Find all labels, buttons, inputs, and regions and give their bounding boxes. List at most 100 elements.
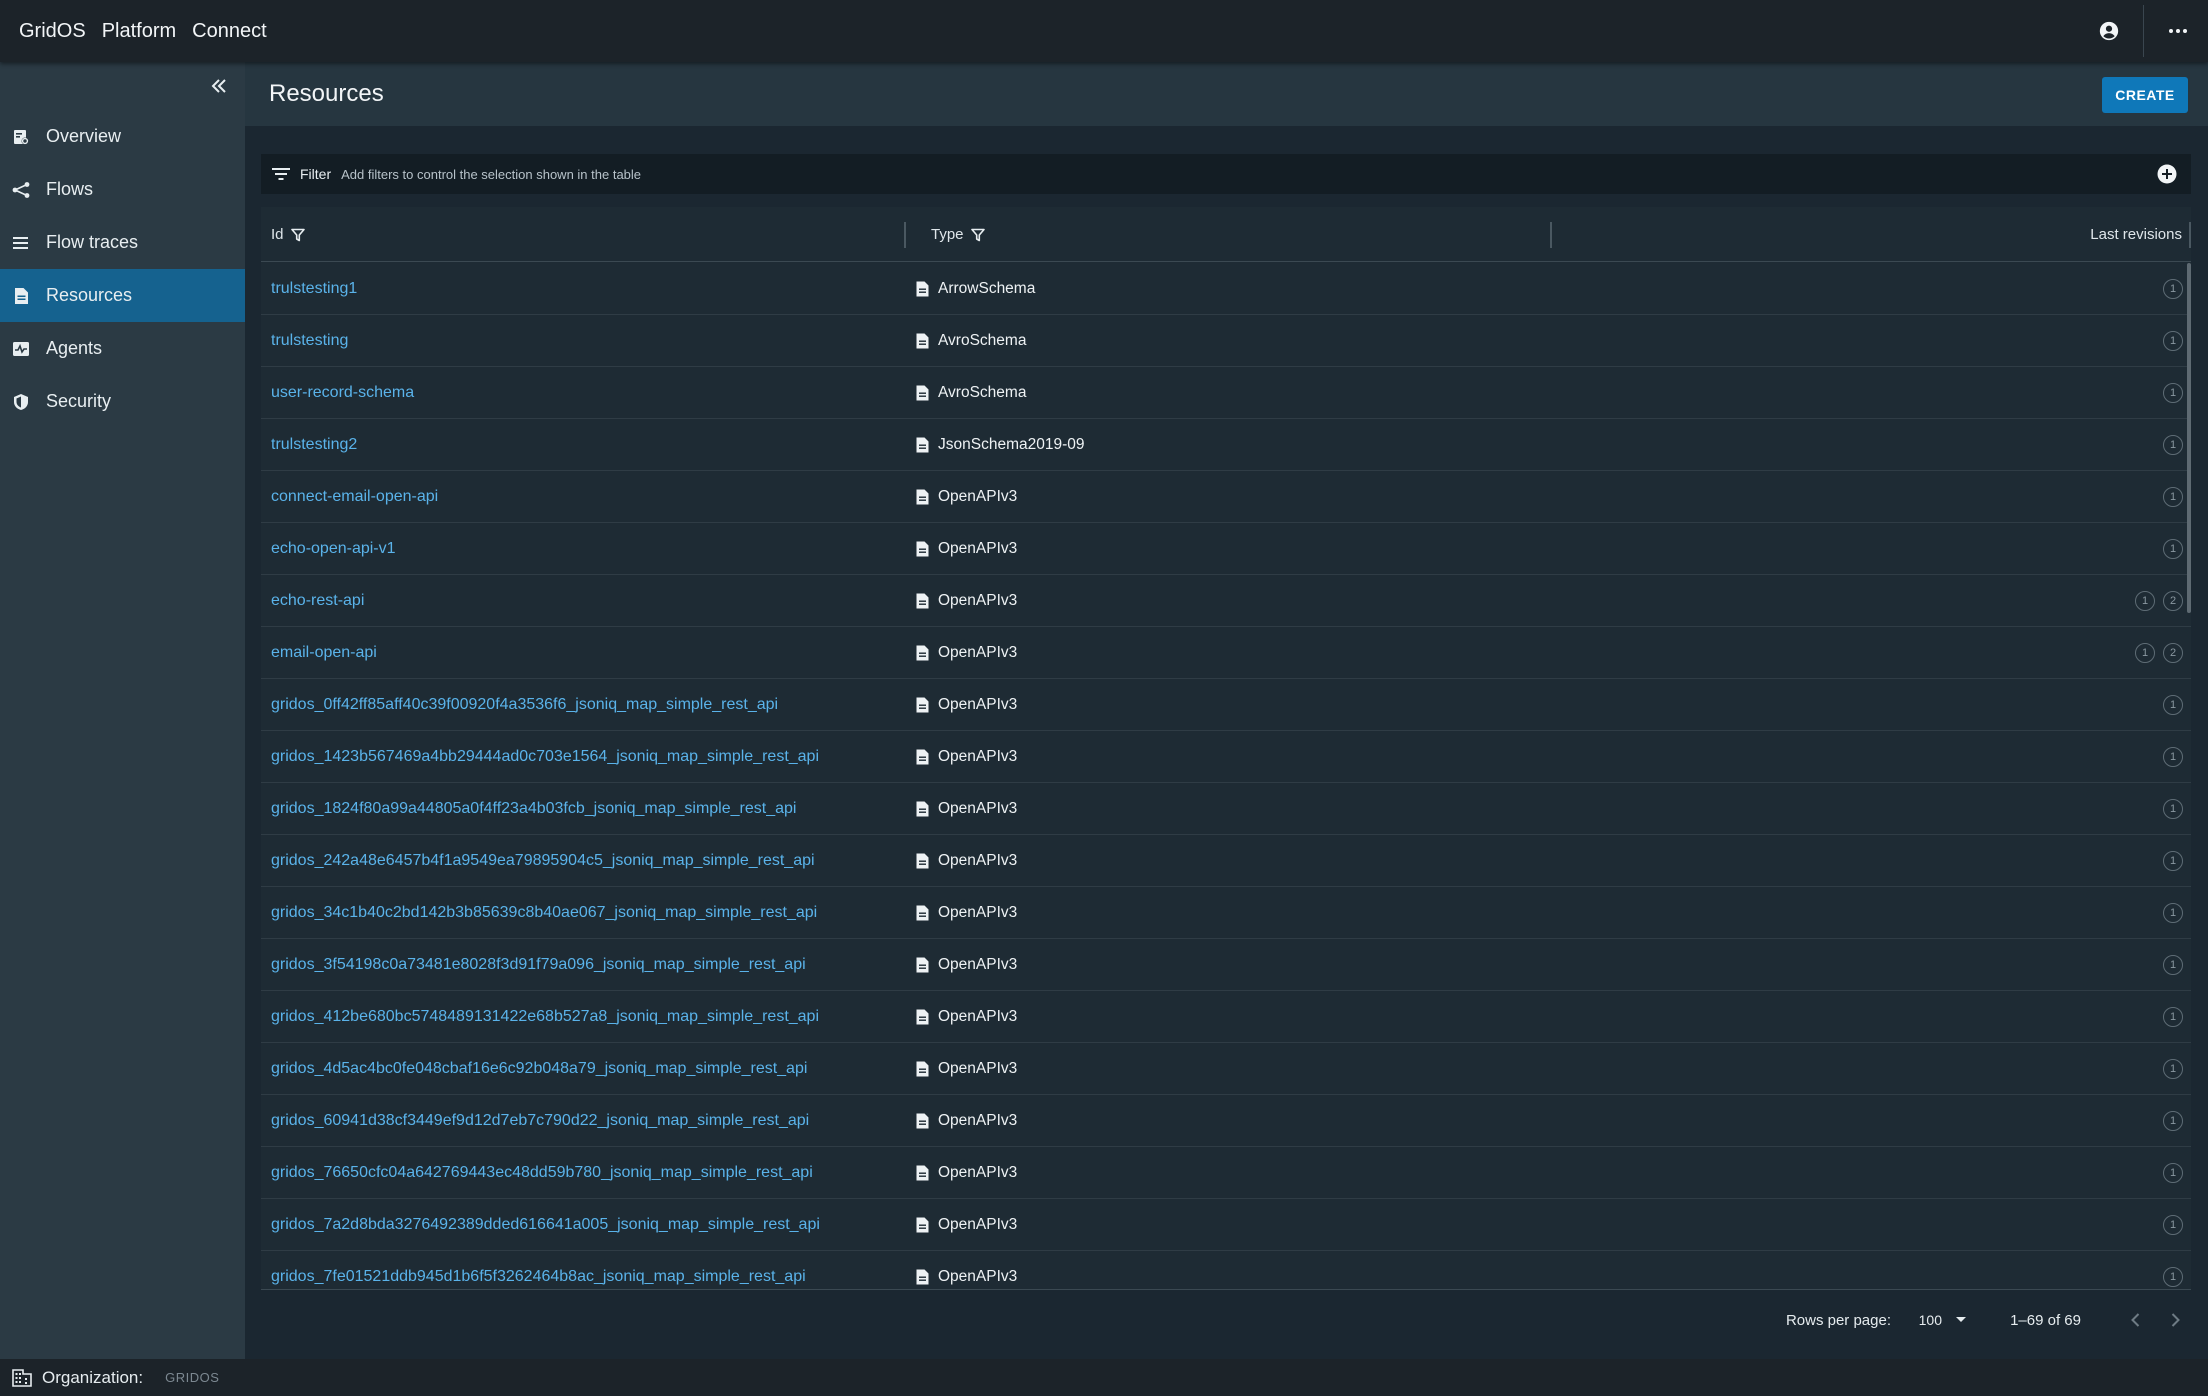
revision-badge[interactable]: 1	[2163, 1111, 2183, 1131]
revision-badge[interactable]: 1	[2163, 1267, 2183, 1287]
resource-type-label: OpenAPIv3	[938, 1216, 1018, 1233]
revision-badge[interactable]: 1	[2163, 279, 2183, 299]
resource-id-link[interactable]: echo-rest-api	[271, 575, 364, 627]
revision-badge[interactable]: 1	[2163, 435, 2183, 455]
resource-id-link[interactable]: gridos_34c1b40c2bd142b3b85639c8b40ae067_…	[271, 887, 817, 939]
table-row[interactable]: gridos_3f54198c0a73481e8028f3d91f79a096_…	[261, 939, 2191, 991]
last-revisions-cell: 1	[2155, 1095, 2183, 1147]
next-page-icon[interactable]	[2163, 1308, 2187, 1332]
column-resize-handle[interactable]	[2189, 222, 2191, 248]
revision-badge[interactable]: 1	[2163, 539, 2183, 559]
column-header-id[interactable]: Id	[271, 207, 305, 262]
resource-id-link[interactable]: echo-open-api-v1	[271, 523, 396, 575]
revision-badge[interactable]: 1	[2163, 487, 2183, 507]
revision-badge[interactable]: 1	[2135, 591, 2155, 611]
account-circle-icon[interactable]	[2089, 11, 2129, 51]
resource-id-link[interactable]: gridos_1824f80a99a44805a0f4ff23a4b03fcb_…	[271, 783, 796, 835]
resource-id-link[interactable]: user-record-schema	[271, 367, 414, 419]
column-header-label: Id	[271, 226, 284, 243]
table-row[interactable]: user-record-schema AvroSchema 1	[261, 367, 2191, 419]
table-row[interactable]: gridos_0ff42ff85aff40c39f00920f4a3536f6_…	[261, 679, 2191, 731]
revision-badge[interactable]: 1	[2163, 383, 2183, 403]
revision-badge[interactable]: 1	[2163, 1215, 2183, 1235]
revision-badge[interactable]: 1	[2163, 799, 2183, 819]
table-row[interactable]: gridos_1423b567469a4bb29444ad0c703e1564_…	[261, 731, 2191, 783]
table-row[interactable]: connect-email-open-api OpenAPIv3 1	[261, 471, 2191, 523]
sidebar-item-resources[interactable]: Resources	[0, 269, 245, 322]
revision-badge[interactable]: 1	[2163, 955, 2183, 975]
organization-value[interactable]: GRIDOS	[165, 1370, 219, 1385]
resource-id-link[interactable]: trulstesting	[271, 315, 348, 367]
table-row[interactable]: trulstesting AvroSchema 1	[261, 315, 2191, 367]
table-row[interactable]: trulstesting1 ArrowSchema 1	[261, 263, 2191, 315]
filter-label: Filter	[300, 166, 332, 182]
resource-id-link[interactable]: gridos_7a2d8bda3276492389dded616641a005_…	[271, 1199, 820, 1251]
create-button[interactable]: CREATE	[2102, 77, 2188, 113]
column-resize-handle[interactable]	[904, 222, 906, 248]
pagination: Rows per page: 100 1–69 of 69	[261, 1289, 2191, 1349]
brand-gridos[interactable]: GridOS	[19, 20, 86, 43]
resource-id-link[interactable]: email-open-api	[271, 627, 377, 679]
resource-id-link[interactable]: trulstesting2	[271, 419, 357, 471]
document-icon	[916, 1269, 930, 1285]
revision-badge[interactable]: 1	[2163, 903, 2183, 923]
brand-platform[interactable]: Platform	[102, 20, 176, 43]
table-row[interactable]: gridos_412be680bc5748489131422e68b527a8_…	[261, 991, 2191, 1043]
table-row[interactable]: gridos_4d5ac4bc0fe048cbaf16e6c92b048a79_…	[261, 1043, 2191, 1095]
sidebar-item-security[interactable]: Security	[0, 375, 245, 428]
resource-id-link[interactable]: trulstesting1	[271, 263, 357, 315]
filter-bar[interactable]: Filter Add filters to control the select…	[261, 154, 2191, 194]
sidebar-item-flow-traces[interactable]: Flow traces	[0, 216, 245, 269]
add-filter-icon[interactable]	[2157, 164, 2177, 184]
table-row[interactable]: echo-rest-api OpenAPIv3 1 2	[261, 575, 2191, 627]
revision-badge[interactable]: 1	[2163, 1059, 2183, 1079]
table-row[interactable]: email-open-api OpenAPIv3 1 2	[261, 627, 2191, 679]
table-row[interactable]: gridos_34c1b40c2bd142b3b85639c8b40ae067_…	[261, 887, 2191, 939]
table-row[interactable]: gridos_7fe01521ddb945d1b6f5f3262464b8ac_…	[261, 1251, 2191, 1289]
more-horizontal-icon[interactable]	[2158, 11, 2198, 51]
resource-id-link[interactable]: gridos_242a48e6457b4f1a9549ea79895904c5_…	[271, 835, 815, 887]
revision-badge[interactable]: 1	[2163, 851, 2183, 871]
table-row[interactable]: trulstesting2 JsonSchema2019-09 1	[261, 419, 2191, 471]
table-row[interactable]: echo-open-api-v1 OpenAPIv3 1	[261, 523, 2191, 575]
sidebar-item-agents[interactable]: Agents	[0, 322, 245, 375]
rows-per-page-select[interactable]: 100	[1919, 1290, 1966, 1350]
column-header-last-revisions[interactable]: Last revisions	[2090, 207, 2182, 262]
resource-id-link[interactable]: gridos_60941d38cf3449ef9d12d7eb7c790d22_…	[271, 1095, 809, 1147]
table-row[interactable]: gridos_76650cfc04a642769443ec48dd59b780_…	[261, 1147, 2191, 1199]
table-row[interactable]: gridos_1824f80a99a44805a0f4ff23a4b03fcb_…	[261, 783, 2191, 835]
resource-id-link[interactable]: gridos_76650cfc04a642769443ec48dd59b780_…	[271, 1147, 813, 1199]
resource-id-link[interactable]: gridos_7fe01521ddb945d1b6f5f3262464b8ac_…	[271, 1251, 806, 1289]
resource-id-link[interactable]: gridos_3f54198c0a73481e8028f3d91f79a096_…	[271, 939, 806, 991]
resource-type-label: ArrowSchema	[938, 280, 1036, 297]
column-filter-icon[interactable]	[290, 228, 305, 242]
revision-badge[interactable]: 2	[2163, 643, 2183, 663]
table-row[interactable]: gridos_60941d38cf3449ef9d12d7eb7c790d22_…	[261, 1095, 2191, 1147]
filter-icon	[272, 167, 290, 181]
resource-id-link[interactable]: gridos_0ff42ff85aff40c39f00920f4a3536f6_…	[271, 679, 778, 731]
column-header-type[interactable]: Type	[931, 207, 985, 262]
revision-badge[interactable]: 1	[2163, 1163, 2183, 1183]
resource-id-link[interactable]: connect-email-open-api	[271, 471, 438, 523]
sidebar-item-overview[interactable]: Overview	[0, 110, 245, 163]
resource-id-link[interactable]: gridos_4d5ac4bc0fe048cbaf16e6c92b048a79_…	[271, 1043, 807, 1095]
revision-badge[interactable]: 1	[2163, 331, 2183, 351]
revision-badge[interactable]: 1	[2163, 695, 2183, 715]
revision-badge[interactable]: 1	[2163, 747, 2183, 767]
sidebar-item-flows[interactable]: Flows	[0, 163, 245, 216]
resource-id-link[interactable]: gridos_1423b567469a4bb29444ad0c703e1564_…	[271, 731, 819, 783]
revision-badge[interactable]: 1	[2135, 643, 2155, 663]
table-row[interactable]: gridos_7a2d8bda3276492389dded616641a005_…	[261, 1199, 2191, 1251]
resource-id-link[interactable]: gridos_412be680bc5748489131422e68b527a8_…	[271, 991, 819, 1043]
column-filter-icon[interactable]	[970, 228, 985, 242]
revision-badge[interactable]: 2	[2163, 591, 2183, 611]
resource-type-cell: OpenAPIv3	[916, 1251, 1017, 1289]
previous-page-icon[interactable]	[2123, 1308, 2147, 1332]
brand-connect[interactable]: Connect	[192, 20, 267, 43]
table-scrollbar[interactable]	[2187, 263, 2191, 613]
double-chevron-left-icon[interactable]	[207, 74, 231, 98]
column-resize-handle[interactable]	[1550, 222, 1552, 248]
revision-badge[interactable]: 1	[2163, 1007, 2183, 1027]
table-row[interactable]: gridos_242a48e6457b4f1a9549ea79895904c5_…	[261, 835, 2191, 887]
document-icon	[916, 1113, 930, 1129]
